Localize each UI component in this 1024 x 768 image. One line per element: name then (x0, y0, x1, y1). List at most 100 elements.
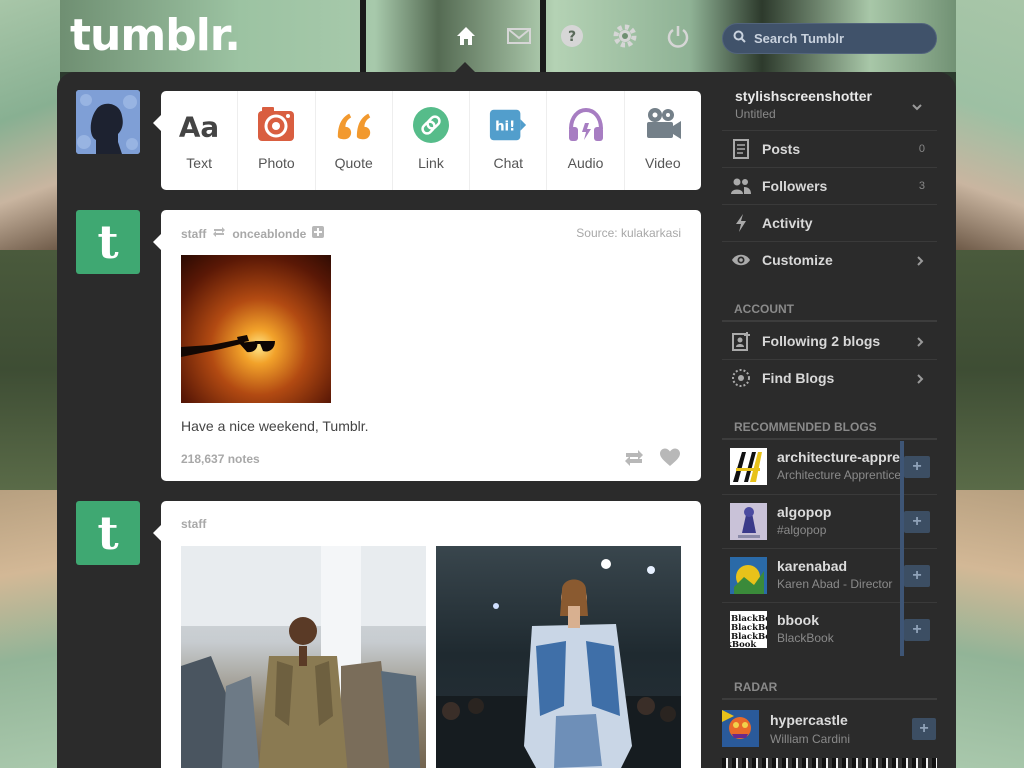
post-photo[interactable] (181, 255, 331, 403)
section-heading-recommended: RECOMMENDED BLOGS (734, 420, 877, 434)
post-header: staff onceablonde (181, 226, 325, 241)
section-heading-account: ACCOUNT (734, 302, 794, 316)
blog-subtitle: #algopop (777, 523, 827, 537)
blog-subtitle: Karen Abad - Director (777, 577, 893, 591)
post-type-video[interactable]: Video (625, 91, 701, 190)
post-type-text[interactable]: Aa Text (161, 91, 239, 190)
chevron-right-icon (915, 254, 925, 266)
sidebar-item-followers[interactable]: Followers 3 (722, 167, 937, 204)
post-photo[interactable] (436, 546, 681, 768)
active-nav-indicator (455, 62, 475, 72)
post-type-photo[interactable]: Photo (238, 91, 316, 190)
reblog-icon[interactable] (623, 447, 645, 469)
blog-name: hypercastle (770, 712, 848, 728)
recommended-blog[interactable]: algopop #algopop + (722, 494, 937, 548)
chevron-right-icon (915, 335, 925, 347)
follow-button[interactable]: + (904, 619, 930, 641)
reblog-indicator-icon (212, 226, 226, 241)
wallpaper-panel (956, 0, 1024, 250)
recommended-blog[interactable]: karenabad Karen Abad - Director + (722, 548, 937, 602)
sidebar-item-posts[interactable]: Posts 0 (722, 130, 937, 167)
people-icon (730, 175, 752, 197)
sidebar-item-activity[interactable]: Activity (722, 204, 937, 241)
search-box[interactable] (722, 23, 937, 54)
radar-blog[interactable]: hypercastle William Cardini + (722, 710, 937, 754)
document-icon (730, 138, 752, 160)
sidebar-item-label: Customize (762, 252, 833, 268)
follow-button[interactable]: + (904, 565, 930, 587)
post-type-audio[interactable]: Audio (547, 91, 625, 190)
wallpaper-panel (956, 250, 1024, 490)
user-avatar[interactable] (76, 90, 140, 154)
sidebar-item-count: 3 (918, 180, 925, 192)
svg-text:Aa: Aa (179, 110, 219, 143)
power-icon[interactable] (664, 22, 692, 50)
post-author-avatar[interactable]: t (76, 501, 140, 565)
post-author[interactable]: staff (181, 517, 206, 531)
blog-avatar: BlackBooBlackBooBlackBookBook (726, 611, 777, 650)
sidebar-item-find-blogs[interactable]: Find Blogs (722, 359, 937, 396)
tumblr-logo[interactable]: tumblr. (70, 10, 241, 61)
post-author[interactable]: staff (181, 227, 206, 241)
section-heading-radar: RADAR (734, 680, 778, 694)
post-type-label: Text (186, 155, 212, 171)
sidebar-item-count: 0 (918, 143, 925, 155)
tumblr-t-icon: t (97, 215, 119, 269)
post-author-avatar[interactable]: t (76, 210, 140, 274)
quote-icon (334, 105, 374, 145)
radar-post-preview[interactable] (722, 758, 937, 768)
recommended-blog[interactable]: architecture-apprentice Architecture App… (722, 440, 937, 494)
follow-button[interactable]: + (904, 511, 930, 533)
post-caption: Have a nice weekend, Tumblr. (181, 418, 369, 434)
post-type-label: Photo (258, 155, 295, 171)
wallpaper-panel (0, 490, 60, 768)
svg-text:?: ? (568, 29, 576, 45)
camera-icon (256, 105, 296, 145)
notes-count[interactable]: 218,637 notes (181, 452, 260, 466)
inbox-icon[interactable] (505, 22, 533, 50)
recommended-scrollbar[interactable] (900, 441, 904, 656)
compass-icon (730, 367, 752, 389)
blog-name[interactable]: stylishscreenshotter (735, 88, 872, 104)
svg-text:hi!: hi! (495, 120, 515, 135)
sidebar-item-label: Posts (762, 141, 801, 157)
post-type-link[interactable]: Link (393, 91, 471, 190)
wallpaper-divider (360, 0, 366, 72)
follow-button[interactable]: + (904, 456, 930, 478)
wallpaper-divider (540, 0, 546, 72)
post-photo[interactable] (181, 546, 426, 768)
sidebar-item-label: Following 2 blogs (762, 332, 881, 349)
headphones-icon (566, 105, 606, 145)
follow-button[interactable]: + (912, 718, 936, 740)
section-divider (722, 698, 937, 700)
post-header: staff (181, 517, 206, 531)
post-notch (153, 525, 161, 541)
source-label: Source: (576, 226, 618, 240)
home-icon[interactable] (452, 22, 480, 50)
post-source[interactable]: Source: kulakarkasi (576, 226, 681, 240)
blog-name: bbook (777, 612, 819, 628)
heart-icon[interactable] (659, 447, 681, 469)
reblogged-from[interactable]: onceablonde (232, 227, 306, 241)
sidebar-item-following[interactable]: Following 2 blogs (722, 322, 937, 359)
search-input[interactable] (754, 31, 924, 46)
blog-avatar (730, 503, 767, 540)
search-icon (733, 30, 746, 48)
posttype-notch (153, 115, 161, 131)
post-type-chat[interactable]: hi! Chat (470, 91, 548, 190)
blog-subtitle: BlackBook (777, 631, 834, 645)
follow-plus-icon[interactable] (312, 226, 325, 241)
sidebar-item-label: Find Blogs (762, 370, 835, 386)
blog-avatar (730, 448, 767, 485)
recommended-blog[interactable]: BlackBooBlackBooBlackBookBook bbook Blac… (722, 602, 937, 656)
text-icon: Aa (179, 105, 219, 145)
chevron-down-icon[interactable] (911, 100, 923, 112)
gear-icon[interactable] (611, 22, 639, 50)
lightning-icon (730, 212, 752, 234)
sidebar-item-customize[interactable]: Customize (722, 241, 937, 278)
post-type-label: Quote (334, 155, 373, 171)
post-type-quote[interactable]: Quote (316, 91, 393, 190)
help-icon[interactable]: ? (558, 22, 586, 50)
blog-subtitle: Architecture Apprentice (777, 468, 902, 482)
add-person-icon (730, 330, 752, 352)
